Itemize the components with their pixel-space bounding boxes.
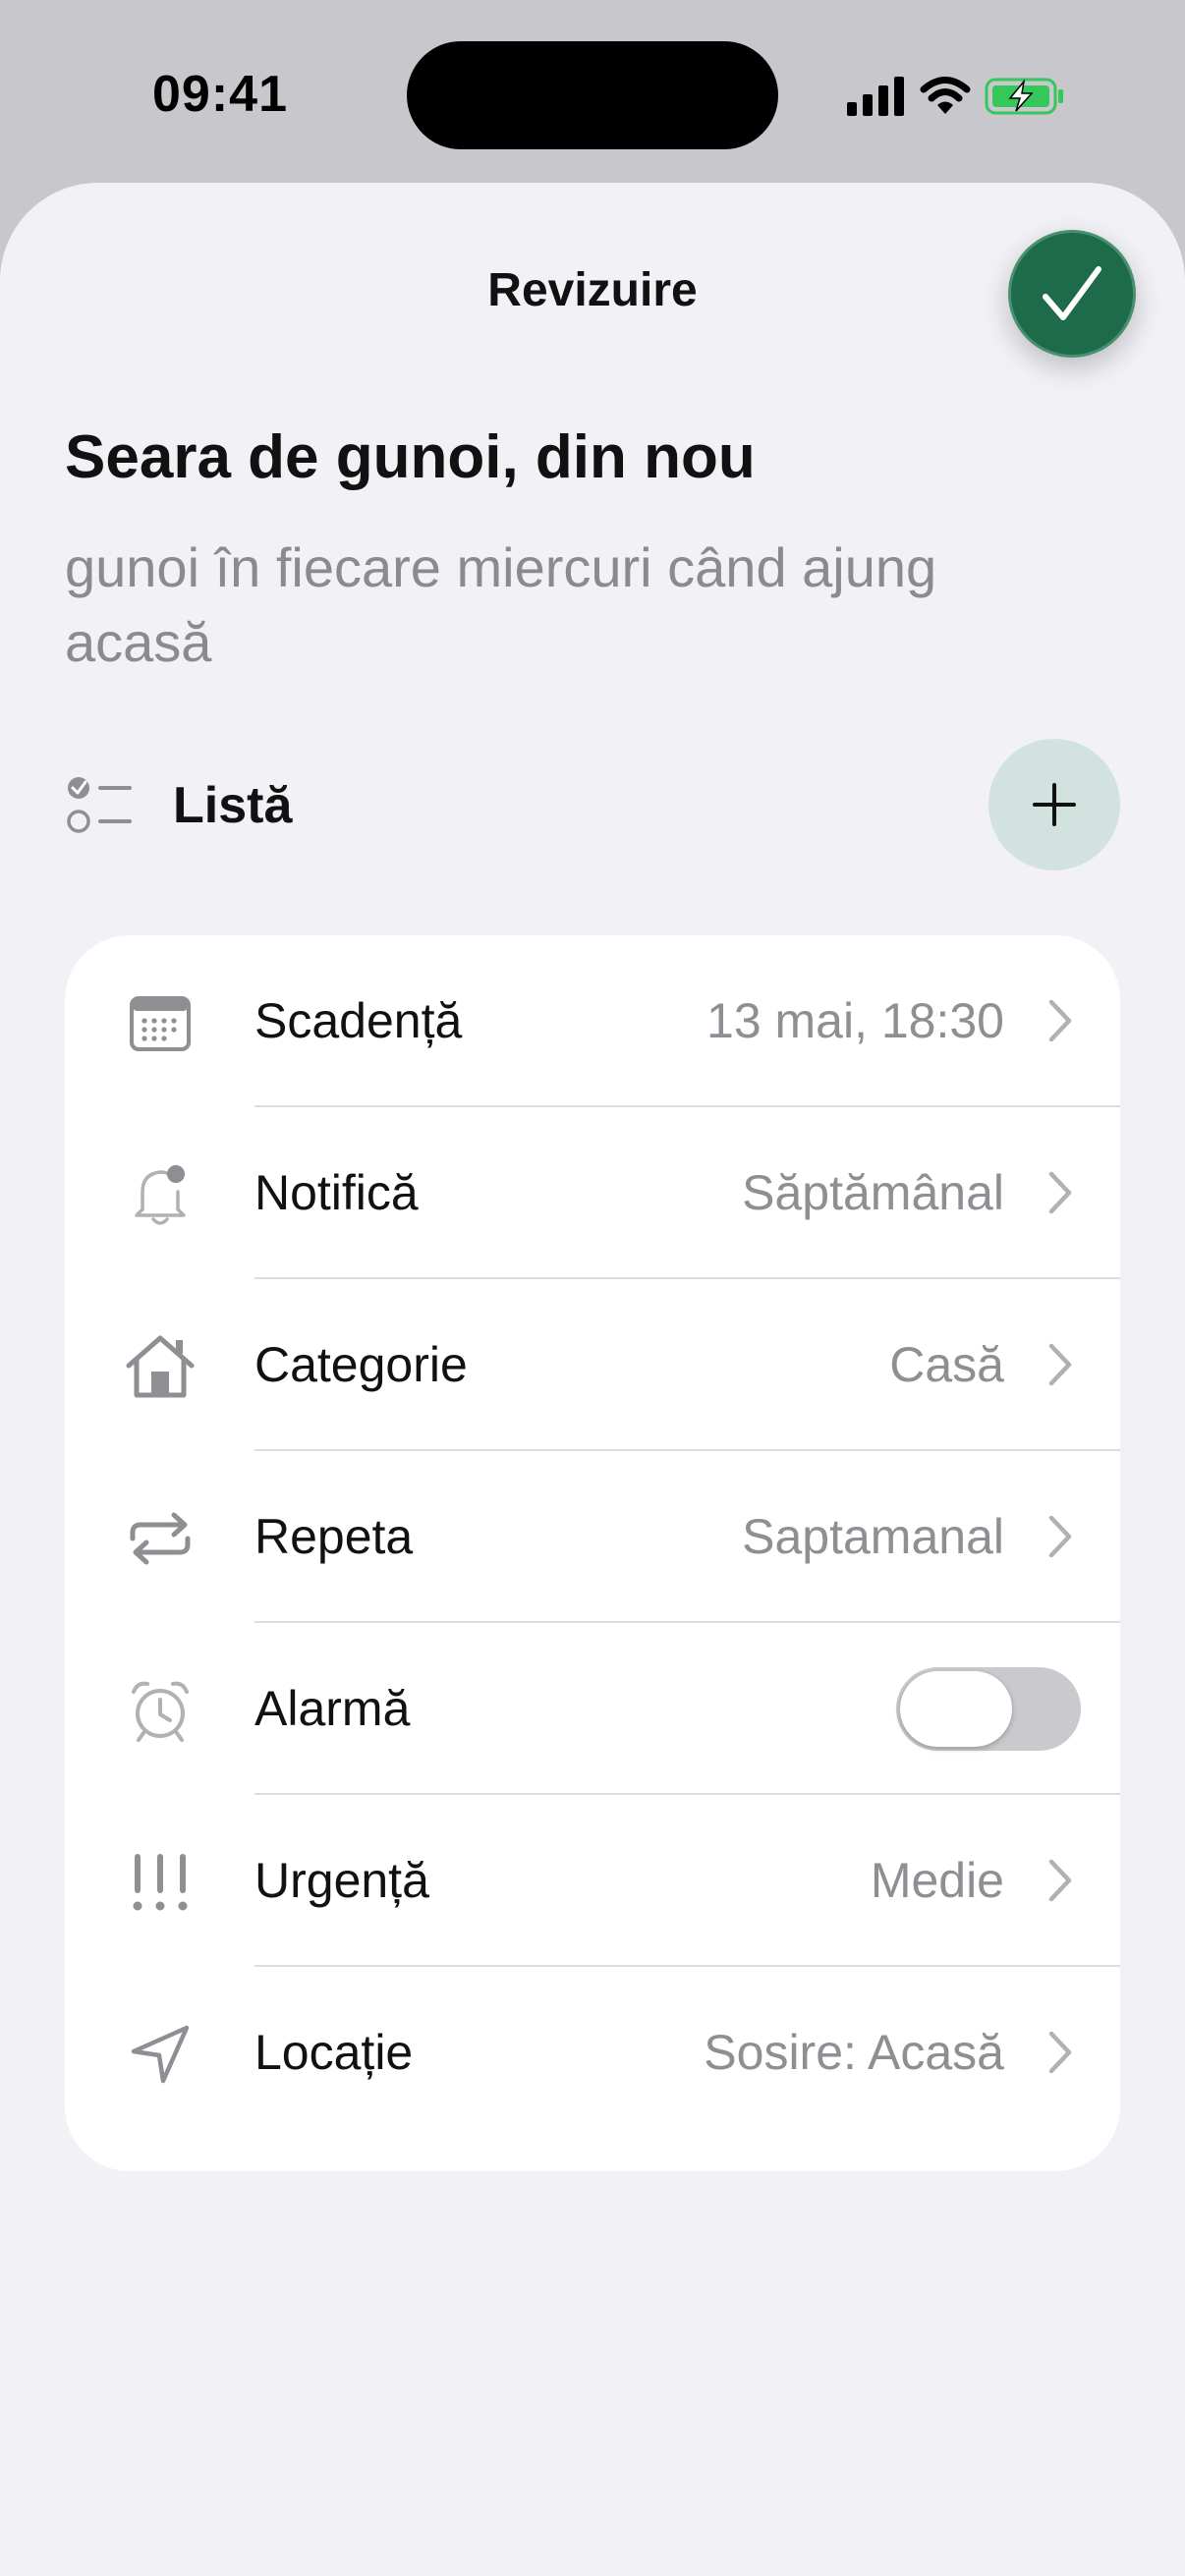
row-value: 13 mai, 18:30	[706, 993, 1004, 1048]
row-value: Săptămânal	[742, 1165, 1004, 1220]
dynamic-island	[407, 41, 778, 149]
calendar-icon	[124, 986, 197, 1059]
chevron-right-icon	[1048, 1515, 1072, 1558]
done-button[interactable]	[1008, 230, 1136, 358]
settings-card: Scadență 13 mai, 18:30 Notifică Săptămân…	[65, 935, 1120, 2171]
row-label: Categorie	[254, 1337, 468, 1392]
row-notify[interactable]: Notifică Săptămânal	[65, 1107, 1120, 1279]
row-category[interactable]: Categorie Casă	[65, 1279, 1120, 1451]
task-title[interactable]: Seara de gunoi, din nou	[65, 422, 756, 492]
chevron-right-icon	[1048, 1171, 1072, 1214]
repeat-icon	[124, 1502, 197, 1575]
location-arrow-icon	[124, 2018, 197, 2091]
status-time: 09:41	[152, 66, 288, 123]
task-note[interactable]: gunoi în fiecare miercuri când ajung aca…	[65, 531, 949, 680]
house-icon	[124, 1330, 197, 1403]
checkmark-icon	[1043, 266, 1101, 320]
row-label: Scadență	[254, 993, 463, 1048]
row-location[interactable]: Locație Sosire: Acasă	[65, 1967, 1120, 2139]
plus-icon	[1033, 783, 1076, 826]
row-value: Sosire: Acasă	[704, 2025, 1004, 2080]
exclamation-icon	[124, 1846, 197, 1919]
checklist-icon	[67, 777, 132, 833]
row-value: Medie	[870, 1853, 1004, 1908]
alarm-clock-icon	[124, 1674, 197, 1747]
row-label: Locație	[254, 2025, 414, 2080]
row-label: Alarmă	[254, 1681, 411, 1736]
chevron-right-icon	[1048, 1859, 1072, 1902]
row-due-date[interactable]: Scadență 13 mai, 18:30	[65, 935, 1120, 1107]
status-icons	[847, 71, 1065, 122]
row-value: Casă	[889, 1337, 1004, 1392]
row-urgency[interactable]: Urgență Medie	[65, 1795, 1120, 1967]
chevron-right-icon	[1048, 1343, 1072, 1386]
row-repeat[interactable]: Repeta Saptamanal	[65, 1451, 1120, 1623]
chevron-right-icon	[1048, 999, 1072, 1042]
wifi-icon	[920, 77, 971, 114]
alarm-toggle[interactable]	[896, 1667, 1081, 1751]
toggle-knob	[900, 1671, 1012, 1747]
battery-charging-icon	[985, 78, 1063, 115]
row-alarm: Alarmă	[65, 1623, 1120, 1795]
bell-badge-icon	[124, 1158, 197, 1231]
row-label: Repeta	[254, 1509, 414, 1564]
row-label: Notifică	[254, 1165, 419, 1220]
cellular-signal-icon	[847, 77, 904, 116]
list-selector[interactable]: Listă	[65, 756, 292, 855]
list-label: Listă	[173, 777, 293, 834]
add-button[interactable]	[988, 739, 1120, 870]
row-label: Urgență	[254, 1853, 429, 1908]
chevron-right-icon	[1048, 2031, 1072, 2074]
status-bar: 09:41	[0, 0, 1185, 187]
row-value: Saptamanal	[742, 1509, 1004, 1564]
